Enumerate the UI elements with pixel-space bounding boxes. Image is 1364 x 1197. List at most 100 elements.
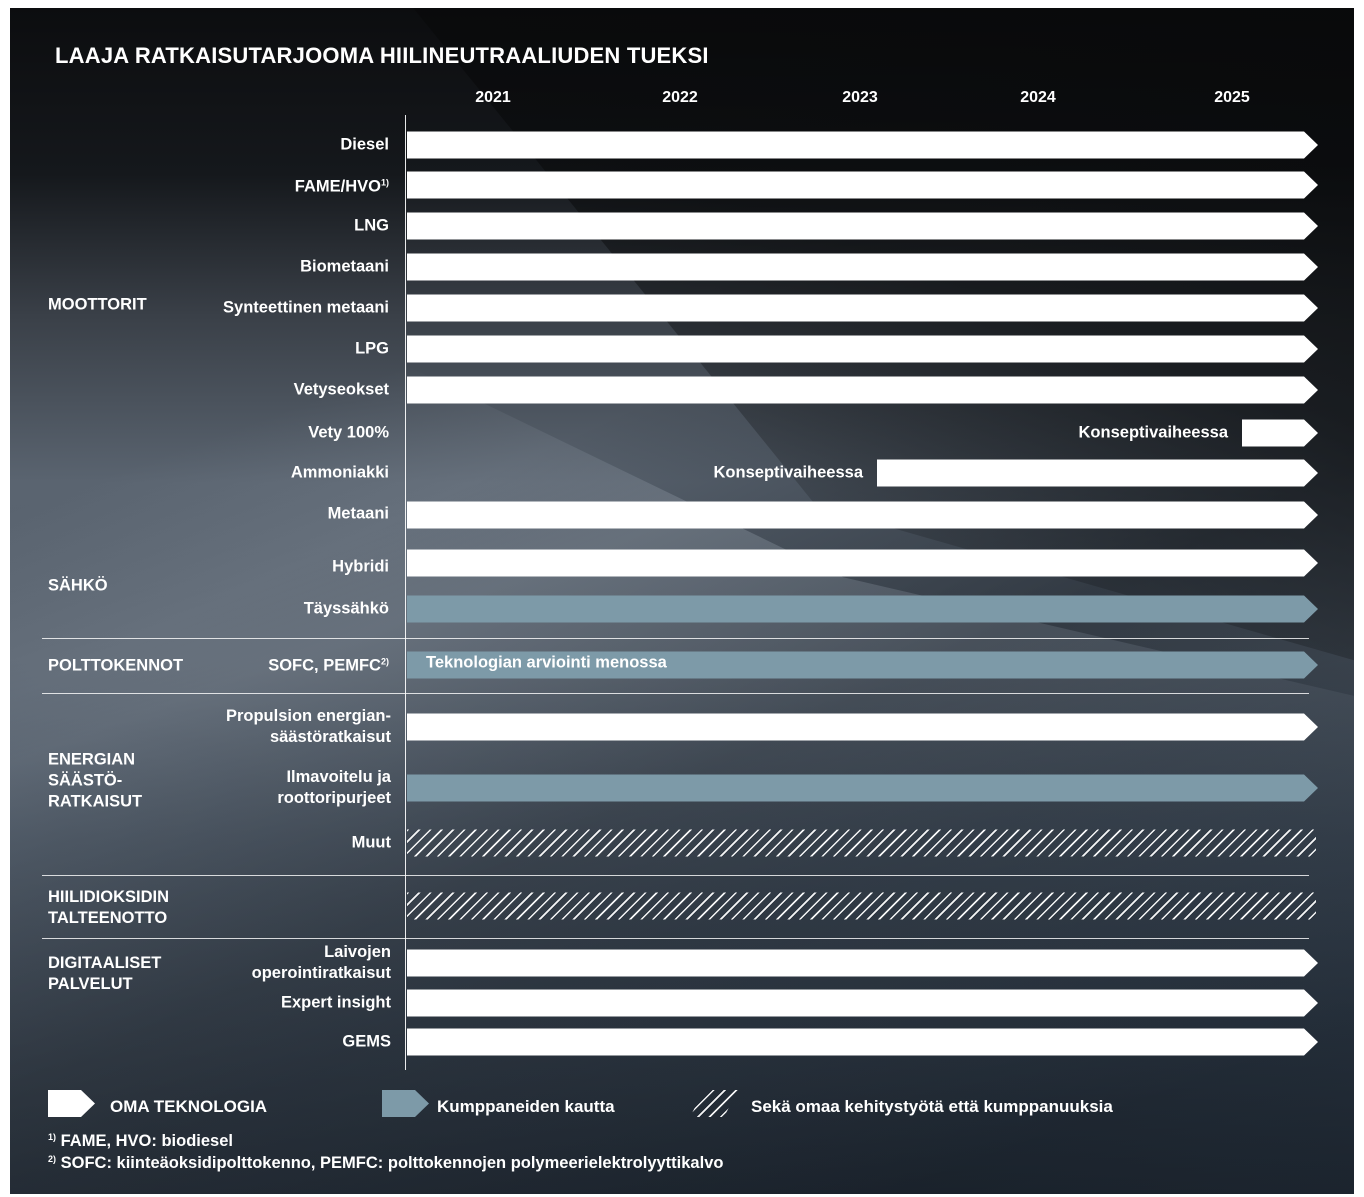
row-label-propulsion: Propulsion energian-säästöratkaisut	[226, 706, 391, 748]
bar-other	[407, 829, 1316, 857]
group-label-line: POLTTOKENNOT	[48, 656, 184, 675]
group-label-line: SÄHKÖ	[48, 576, 108, 595]
row-label-line: Laivojen	[324, 943, 391, 961]
group-divider	[42, 693, 1309, 694]
footnote-1: 1) FAME, HVO: biodiesel	[48, 1132, 233, 1151]
row-label-text: Diesel	[340, 135, 389, 154]
row-label-line: Ilmavoitelu ja	[286, 768, 391, 786]
row-label-line: operointiratkaisut	[251, 964, 391, 982]
legend-both-label: Sekä omaa kehitystyötä että kumppanuuksi…	[751, 1097, 1113, 1116]
row-label-text: Vetyseokset	[293, 380, 389, 399]
group-label-line: MOOTTORIT	[48, 295, 147, 314]
row-label-line: Propulsion energian-	[225, 707, 391, 725]
row-label-text: Muut	[351, 833, 391, 852]
row-label-text: Biometaani	[300, 257, 389, 276]
bar-airlub	[407, 775, 1318, 802]
group-label-line: DIGITAALISET	[48, 954, 162, 972]
year-tick-2025: 2025	[1214, 89, 1250, 106]
year-tick-2021: 2021	[475, 89, 511, 106]
row-label-text: Hybridi	[332, 557, 389, 576]
year-tick-2023: 2023	[842, 89, 878, 106]
row-label-text: LNG	[354, 216, 389, 235]
bar-diesel	[407, 132, 1318, 159]
group-label-engines: MOOTTORIT	[48, 295, 147, 316]
bar-lpg	[407, 336, 1318, 363]
row-label-text: GEMS	[342, 1032, 391, 1051]
row-label-synmethane: Synteettinen metaani	[223, 298, 389, 319]
bar-gems	[407, 1029, 1318, 1056]
footnote-1-marker: 1)	[48, 1132, 57, 1142]
bar-h2blend	[407, 377, 1318, 404]
group-label-line: ENERGIAN	[48, 750, 136, 769]
group-divider	[42, 638, 1309, 639]
bar-lng	[407, 213, 1318, 240]
bar-methane	[407, 502, 1318, 529]
row-label-text: Ammoniakki	[290, 463, 389, 482]
row-label-text: SOFC, PEMFC	[268, 656, 381, 675]
row-label-fullelec: Täyssähkö	[304, 599, 389, 620]
bar-fame	[407, 172, 1318, 199]
bar-ccs	[407, 892, 1316, 920]
group-label-fuelcells: POLTTOKENNOT	[48, 656, 183, 677]
bar-synmethane	[407, 295, 1318, 322]
row-label-text: Metaani	[327, 504, 389, 523]
bar-vesselops	[407, 950, 1318, 977]
row-label-text: Vety 100%	[308, 423, 389, 442]
group-divider	[42, 938, 1309, 939]
bar-h2full	[1242, 420, 1318, 447]
group-label-line: HIILIDIOKSIDIN	[48, 888, 170, 906]
row-label-expert: Expert insight	[281, 993, 391, 1014]
row-label-hybrid: Hybridi	[332, 557, 389, 578]
bar-label-sofc: Teknologian arviointi menossa	[426, 653, 667, 672]
row-label-h2blend: Vetyseokset	[294, 380, 389, 401]
group-label-line: TALTEENOTTO	[48, 909, 168, 927]
axis-line	[405, 115, 406, 1070]
footnote-2-marker: 2)	[48, 1154, 57, 1164]
row-label-footnote-marker: 1)	[380, 177, 389, 188]
row-label-lng: LNG	[354, 216, 389, 237]
legend-own-label: OMA TEKNOLOGIA	[110, 1097, 268, 1116]
footnote-2: 2) SOFC: kiinteäoksidipolttokenno, PEMFC…	[48, 1154, 723, 1173]
row-label-gems: GEMS	[342, 1032, 391, 1053]
group-label-digital: DIGITAALISET PALVELUT	[48, 953, 161, 995]
bar-fullelec	[407, 596, 1318, 623]
bar-hybrid	[407, 550, 1318, 577]
group-label-line: PALVELUT	[48, 975, 133, 993]
bar-label-h2full: Konseptivaiheessa	[1078, 423, 1228, 442]
row-label-line: säästöratkaisut	[269, 728, 391, 746]
row-label-footnote-marker: 2)	[380, 656, 389, 667]
row-label-methane: Metaani	[328, 504, 389, 525]
row-label-fame: FAME/HVO1)	[295, 173, 389, 198]
bar-expert	[407, 990, 1318, 1017]
row-label-ammonia: Ammoniakki	[291, 463, 389, 484]
group-divider	[42, 875, 1309, 876]
row-label-text: LPG	[355, 339, 389, 358]
row-label-other: Muut	[352, 833, 391, 854]
legend-partner-label: Kumppaneiden kautta	[437, 1097, 615, 1116]
footnote-2-text: SOFC: kiinteäoksidipolttokenno, PEMFC: p…	[60, 1154, 724, 1172]
bar-ammonia	[877, 460, 1318, 487]
row-label-text: Synteettinen metaani	[223, 298, 389, 317]
row-label-biomethane: Biometaani	[300, 257, 389, 278]
row-label-text: Täyssähkö	[303, 599, 389, 618]
group-label-ccs: HIILIDIOKSIDIN TALTEENOTTO	[48, 887, 169, 929]
row-label-line: roottoripurjeet	[277, 789, 391, 807]
group-label-electric: SÄHKÖ	[48, 576, 108, 597]
group-label-energysaving: ENERGIAN SÄÄSTÖ- RATKAISUT	[48, 750, 142, 813]
row-label-vesselops: Laivojen operointiratkaisut	[252, 942, 391, 984]
row-label-text: Expert insight	[280, 993, 391, 1012]
row-label-airlub: Ilmavoitelu ja roottoripurjeet	[277, 767, 391, 809]
footnote-1-text: FAME, HVO: biodiesel	[60, 1132, 233, 1150]
row-label-sofc: SOFC, PEMFC2)	[268, 652, 389, 677]
bar-label-ammonia: Konseptivaiheessa	[713, 463, 863, 482]
bar-propulsion	[407, 714, 1318, 741]
row-label-h2full: Vety 100%	[308, 423, 389, 444]
group-label-line: SÄÄSTÖ-	[48, 771, 123, 790]
chart-title: LAAJA RATKAISUTARJOOMA HIILINEUTRAALIUDE…	[55, 43, 709, 68]
year-tick-2022: 2022	[662, 89, 698, 106]
row-label-lpg: LPG	[355, 339, 389, 360]
row-label-text: FAME/HVO	[294, 177, 381, 196]
bar-biomethane	[407, 254, 1318, 281]
row-label-diesel: Diesel	[340, 135, 389, 156]
group-label-line: RATKAISUT	[48, 792, 143, 811]
